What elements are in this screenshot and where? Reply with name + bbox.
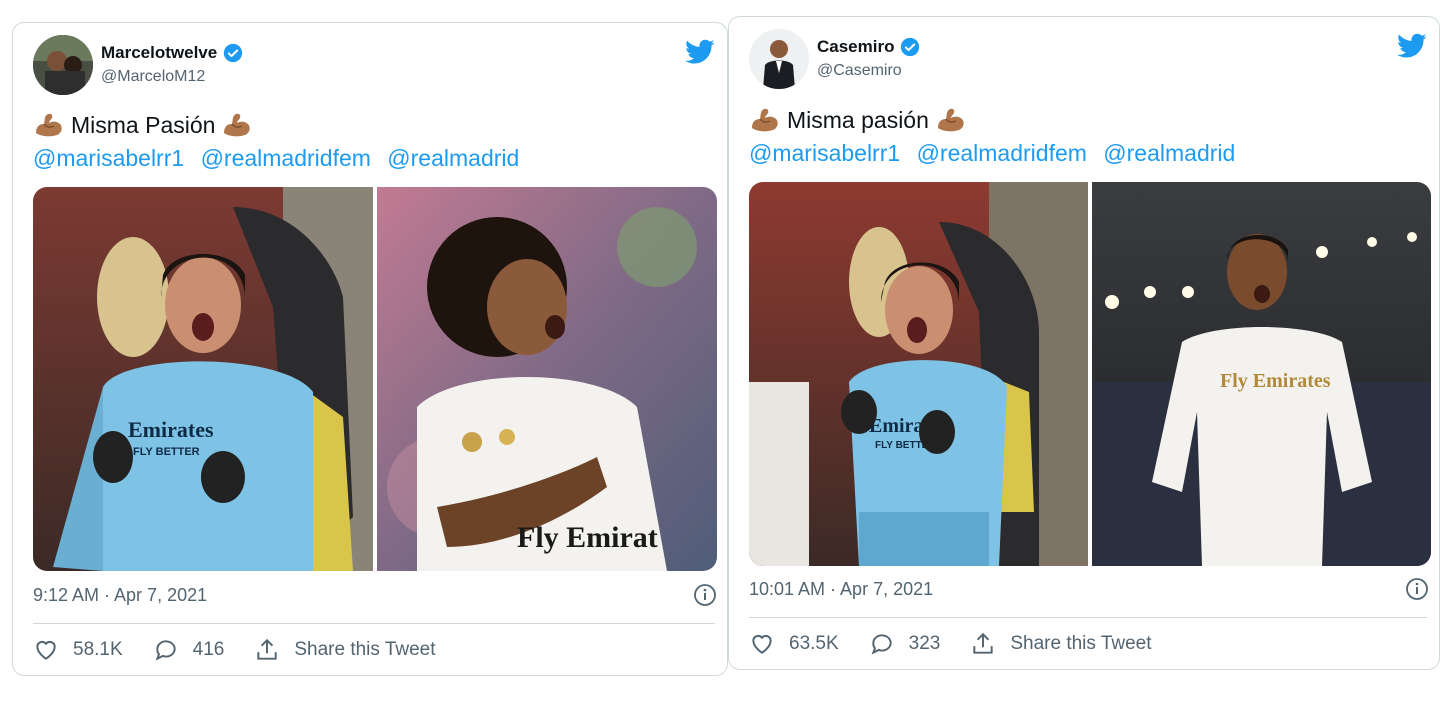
action-bar: 63.5K 323 Share this Tweet (749, 631, 1182, 657)
share-icon (973, 632, 994, 654)
reply-button[interactable]: 416 (153, 637, 225, 663)
like-count: 58.1K (73, 639, 123, 660)
reply-count: 416 (192, 639, 225, 660)
share-label: Share this Tweet (294, 639, 436, 660)
heart-icon (36, 640, 56, 660)
avatar[interactable] (33, 35, 93, 95)
reply-count: 323 (908, 633, 941, 654)
info-icon[interactable] (693, 583, 717, 607)
twitter-bird-icon[interactable] (685, 39, 715, 65)
tweet-text: Misma pasión (787, 106, 929, 133)
jersey-slogan-text: FLY BETTER (133, 446, 200, 458)
media-grid: Emirates FLY BETTER (33, 187, 717, 571)
timestamp[interactable]: 10:01 AM · Apr 7, 2021 (749, 579, 933, 600)
verified-badge-icon (901, 37, 920, 57)
tweet-text: Misma Pasión (71, 111, 216, 138)
share-icon (257, 638, 278, 660)
heart-icon (752, 634, 772, 654)
handle[interactable]: @MarceloM12 (101, 68, 205, 86)
divider (749, 617, 1427, 618)
share-label: Share this Tweet (1010, 633, 1152, 654)
flexed-biceps-emoji (36, 113, 62, 137)
mention-realmadrid[interactable]: @realmadrid (1103, 140, 1235, 166)
like-button[interactable]: 58.1K (33, 637, 123, 663)
mention-realmadrid[interactable]: @realmadrid (387, 145, 519, 171)
share-button[interactable]: Share this Tweet (970, 631, 1152, 657)
tweet-card-marcelo[interactable]: Marcelotwelve @MarceloM12 Misma Pasión @… (12, 22, 728, 676)
photo-goalkeeper[interactable]: Emirates FLY BETTER (33, 187, 373, 571)
reply-button[interactable]: 323 (869, 631, 941, 657)
avatar[interactable] (749, 29, 809, 89)
media-grid: Emirates FLY BETTER (749, 182, 1431, 566)
jersey-sponsor-text: Fly Emirates (1220, 370, 1331, 392)
handle[interactable]: @Casemiro (817, 62, 902, 80)
twitter-bird-icon[interactable] (1397, 33, 1427, 59)
flexed-biceps-emoji (937, 108, 964, 132)
display-name[interactable]: Casemiro (817, 37, 894, 57)
mentions: @marisabelrr1 @realmadridfem @realmadrid (749, 140, 1245, 167)
action-bar: 58.1K 416 Share this Tweet (33, 637, 466, 663)
flexed-biceps-emoji (752, 108, 778, 132)
photo-marcelo[interactable]: Fly Emirat (377, 187, 717, 571)
divider (33, 623, 715, 624)
tweet-card-casemiro[interactable]: Casemiro @Casemiro Misma pasión @marisab… (728, 16, 1440, 670)
share-button[interactable]: Share this Tweet (254, 637, 436, 663)
jersey-sponsor-text: Fly Emirat (517, 521, 658, 554)
mention-marisabelrr1[interactable]: @marisabelrr1 (749, 140, 900, 166)
photo-casemiro[interactable]: Fly Emirates (1092, 182, 1431, 566)
info-icon[interactable] (1405, 577, 1429, 601)
display-name[interactable]: Marcelotwelve (101, 43, 217, 63)
mention-realmadridfem[interactable]: @realmadridfem (201, 145, 371, 171)
timestamp[interactable]: 9:12 AM · Apr 7, 2021 (33, 585, 207, 606)
like-count: 63.5K (789, 633, 839, 654)
reply-icon (155, 640, 176, 661)
jersey-sponsor-text: Emirates (128, 417, 214, 442)
photo-goalkeeper[interactable]: Emirates FLY BETTER (749, 182, 1088, 566)
verified-badge-icon (224, 43, 243, 63)
reply-icon (871, 634, 892, 655)
mention-marisabelrr1[interactable]: @marisabelrr1 (33, 145, 184, 171)
like-button[interactable]: 63.5K (749, 631, 839, 657)
flexed-biceps-emoji (224, 113, 251, 137)
mentions: @marisabelrr1 @realmadridfem @realmadrid (33, 145, 529, 172)
mention-realmadridfem[interactable]: @realmadridfem (917, 140, 1087, 166)
